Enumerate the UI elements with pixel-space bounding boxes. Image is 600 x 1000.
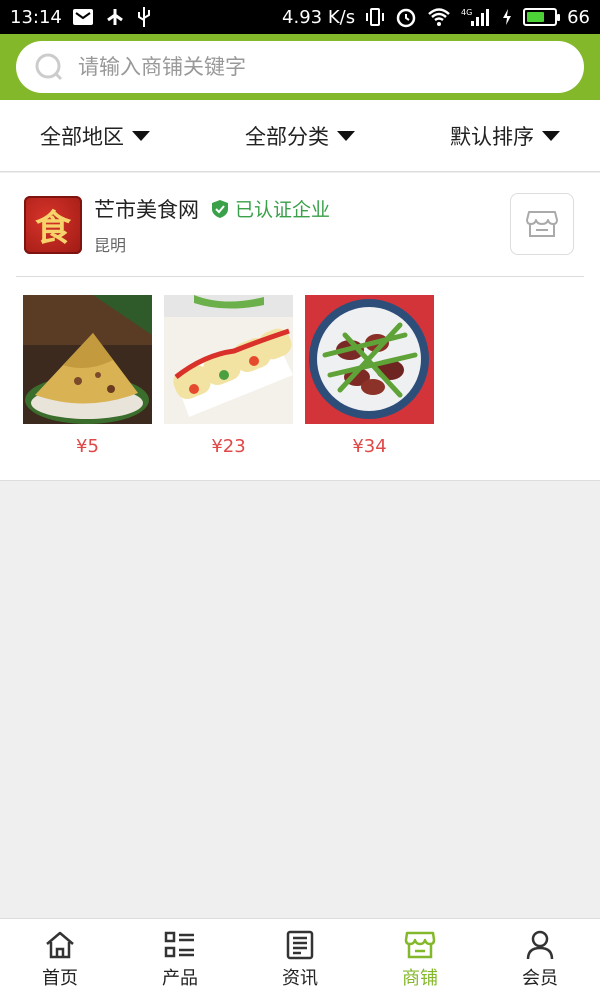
list-icon: [164, 930, 196, 960]
nav-member-label: 会员: [522, 967, 558, 989]
nav-news[interactable]: 资讯: [240, 919, 360, 1000]
product-item[interactable]: ¥5: [23, 295, 152, 457]
product-item[interactable]: ¥23: [164, 295, 293, 457]
product-price: ¥23: [211, 436, 246, 457]
filter-sort-label: 默认排序: [450, 124, 534, 149]
store-icon: [404, 930, 436, 960]
shop-title-row: 芒市美食网 已认证企业: [94, 194, 330, 224]
verified-badge: 已认证企业: [211, 195, 330, 222]
shop-info: 芒市美食网 已认证企业 昆明: [94, 194, 330, 256]
shop-logo: 食: [24, 195, 82, 254]
nav-home-label: 首页: [42, 967, 78, 989]
shop-city: 昆明: [94, 235, 127, 255]
usb-icon: [104, 7, 126, 27]
battery-icon: [523, 8, 561, 26]
store-icon: [525, 209, 559, 239]
nav-products-label: 产品: [162, 967, 198, 989]
search-box[interactable]: [16, 41, 584, 93]
news-icon: [285, 930, 315, 960]
nav-shops[interactable]: 商铺: [360, 919, 480, 1000]
bottom-nav: 首页 产品 资讯 商铺 会员: [0, 918, 600, 1000]
search-input[interactable]: [78, 55, 566, 79]
search-header: [0, 34, 600, 100]
filter-bar: 全部地区 全部分类 默认排序: [0, 100, 600, 172]
product-item[interactable]: ¥34: [305, 295, 434, 457]
verified-label: 已认证企业: [235, 199, 331, 221]
filter-sort[interactable]: 默认排序: [450, 121, 560, 151]
filter-region-label: 全部地区: [40, 124, 124, 149]
shop-header: 食 芒市美食网 已认证企业 昆明: [16, 173, 584, 277]
status-time: 13:14: [10, 6, 62, 28]
nav-news-label: 资讯: [282, 967, 318, 989]
shield-check-icon: [211, 199, 229, 219]
vibrate-icon: [365, 7, 385, 27]
shop-card[interactable]: 食 芒市美食网 已认证企业 昆明 ¥5 ¥23 ¥34: [0, 173, 600, 481]
user-icon: [525, 930, 555, 960]
wifi-icon: [427, 7, 451, 27]
product-image-rolls[interactable]: [164, 295, 293, 424]
network-speed: 4.93 K/s: [282, 6, 356, 28]
caret-down-icon: [337, 130, 355, 141]
status-bar: 13:14 4.93 K/s 4G 66: [0, 0, 600, 34]
caret-down-icon: [542, 130, 560, 141]
battery-percent: 66: [567, 6, 590, 28]
network-type-label: 4G: [461, 8, 472, 17]
product-price: ¥34: [352, 436, 387, 457]
nav-member[interactable]: 会员: [480, 919, 600, 1000]
filter-category-label: 全部分类: [245, 124, 329, 149]
product-list: ¥5 ¥23 ¥34: [23, 295, 434, 457]
nav-products[interactable]: 产品: [120, 919, 240, 1000]
product-image-sausage[interactable]: [305, 295, 434, 424]
alarm-icon: [395, 6, 417, 28]
nav-home[interactable]: 首页: [0, 919, 120, 1000]
filter-category[interactable]: 全部分类: [245, 121, 355, 151]
charging-icon: [501, 8, 513, 26]
caret-down-icon: [132, 130, 150, 141]
signal-icon: 4G: [461, 7, 491, 27]
filter-region[interactable]: 全部地区: [40, 121, 150, 151]
home-icon: [44, 930, 76, 960]
enter-store-button[interactable]: [510, 193, 574, 255]
product-image-zongzi[interactable]: [23, 295, 152, 424]
message-icon: [72, 8, 94, 26]
product-price: ¥5: [76, 436, 99, 457]
nav-shops-label: 商铺: [402, 967, 438, 989]
shop-name: 芒市美食网: [94, 197, 199, 222]
shop-logo-char: 食: [34, 206, 71, 249]
search-icon: [34, 52, 64, 82]
usb-debug-icon: [136, 6, 152, 28]
